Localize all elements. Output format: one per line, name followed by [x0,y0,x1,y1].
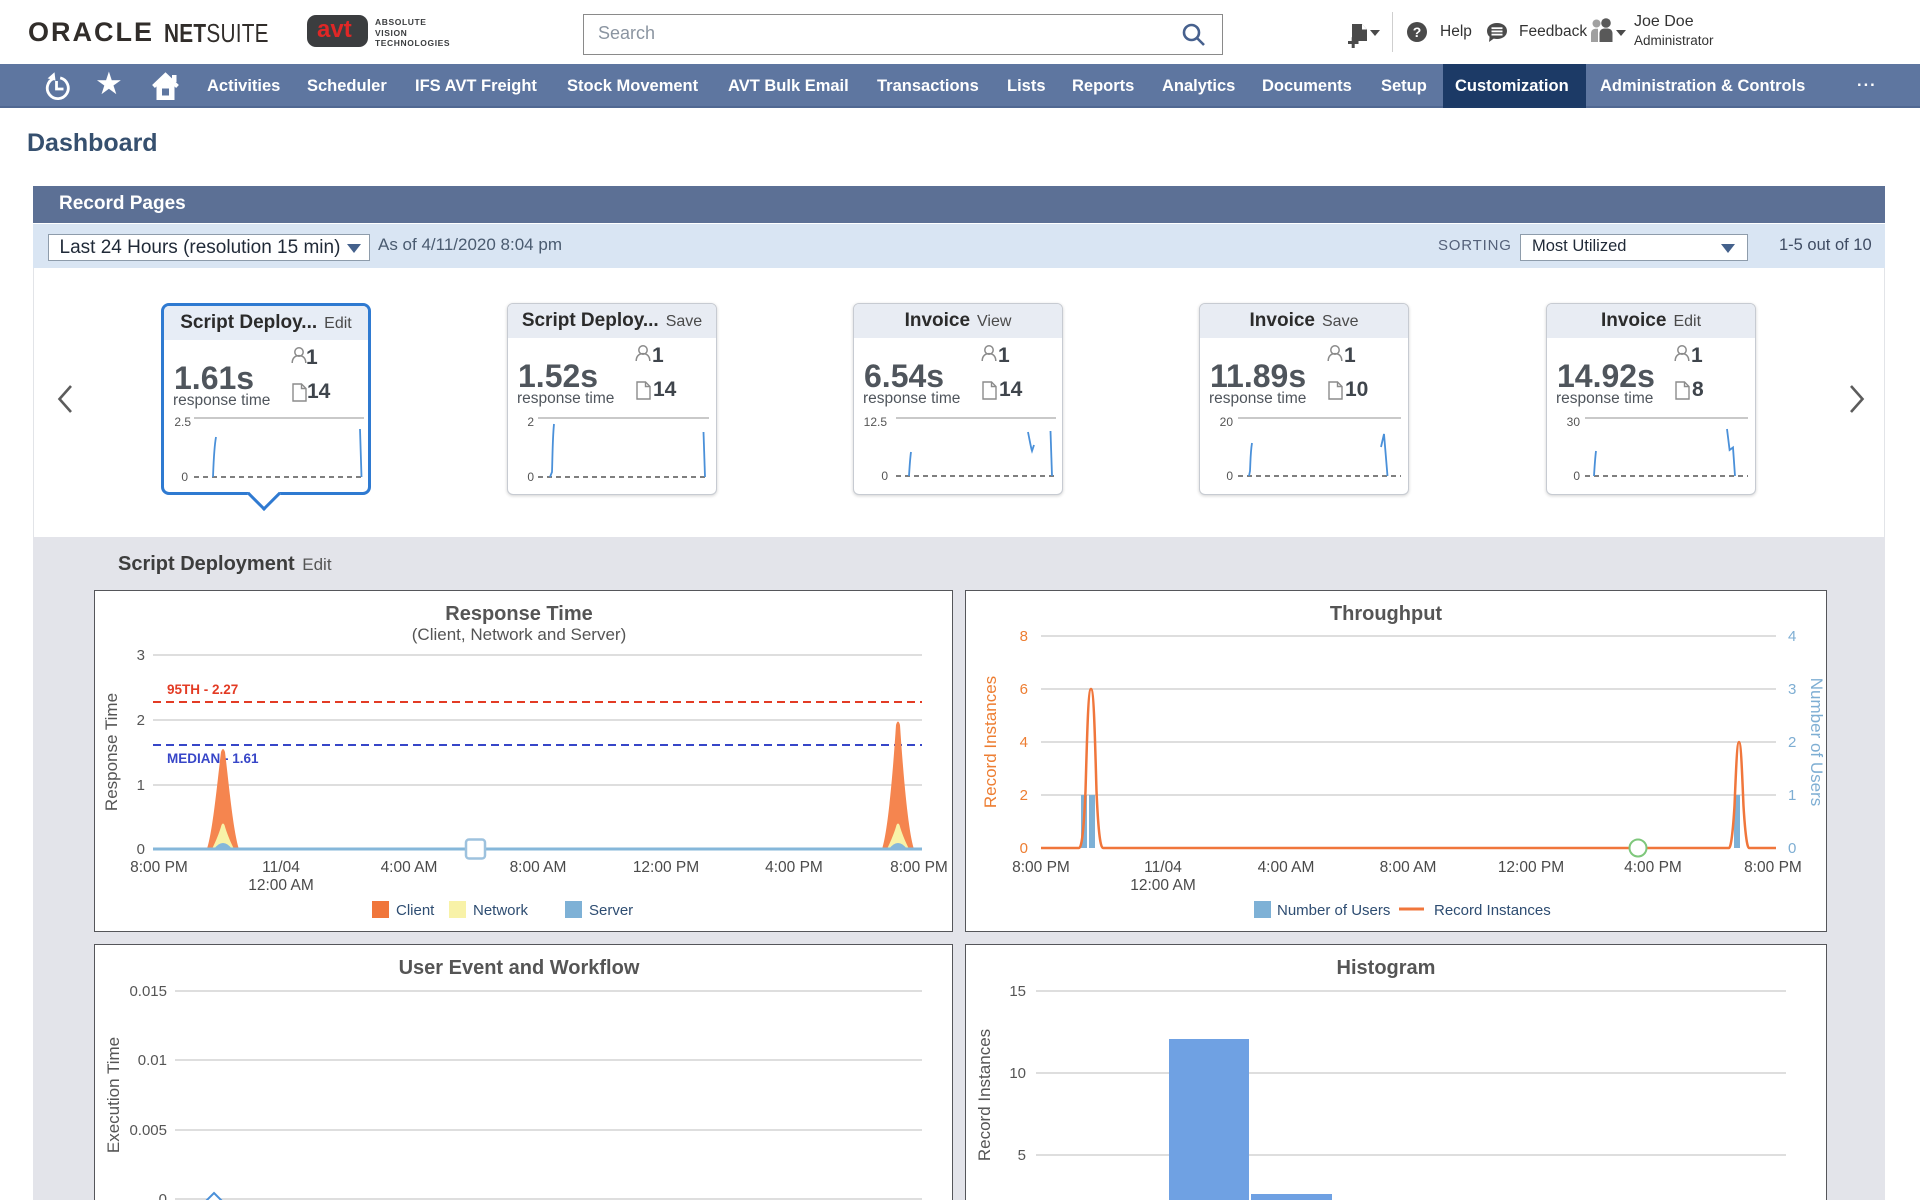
svg-text:Record Instances: Record Instances [981,676,1000,808]
svg-text:Response Time: Response Time [445,603,592,625]
svg-text:12:00 PM: 12:00 PM [1498,859,1564,876]
svg-text:2: 2 [527,415,534,429]
svg-text:0: 0 [1788,840,1796,857]
svg-text:8:00 PM: 8:00 PM [890,859,948,876]
svg-text:2: 2 [1788,734,1796,751]
svg-text:2: 2 [1020,787,1028,804]
svg-text:8: 8 [1020,628,1028,645]
svg-text:10: 10 [1009,1065,1026,1082]
svg-text:30: 30 [1567,415,1581,429]
svg-text:3: 3 [1788,681,1796,698]
svg-text:8:00 PM: 8:00 PM [1744,859,1802,876]
svg-text:12.5: 12.5 [864,415,888,429]
svg-text:12:00 AM: 12:00 AM [248,877,314,894]
svg-text:12:00 PM: 12:00 PM [633,859,699,876]
svg-text:8:00 AM: 8:00 AM [1380,859,1437,876]
svg-text:8:00 AM: 8:00 AM [510,859,567,876]
svg-text:User Event and Workflow: User Event and Workflow [399,957,640,979]
svg-text:0: 0 [137,841,145,858]
svg-text:11/04: 11/04 [262,859,300,876]
svg-text:Throughput: Throughput [1330,603,1443,625]
svg-text:95TH - 2.27: 95TH - 2.27 [167,682,238,697]
svg-text:1: 1 [137,777,145,794]
svg-text:(Client, Network and Server): (Client, Network and Server) [412,625,626,644]
svg-text:4:00 AM: 4:00 AM [1258,859,1315,876]
svg-text:12:00 AM: 12:00 AM [1130,877,1196,894]
svg-text:4:00 PM: 4:00 PM [1624,859,1682,876]
svg-text:Record Instances: Record Instances [975,1029,994,1161]
svg-text:6: 6 [1020,681,1028,698]
svg-text:8:00 PM: 8:00 PM [130,859,188,876]
svg-text:0: 0 [159,1191,167,1200]
svg-text:1: 1 [1788,787,1796,804]
svg-text:0: 0 [527,470,534,484]
svg-text:0.015: 0.015 [129,983,167,1000]
svg-text:4:00 PM: 4:00 PM [765,859,823,876]
svg-text:0: 0 [1020,840,1028,857]
svg-text:8:00 PM: 8:00 PM [1012,859,1070,876]
svg-text:11/04: 11/04 [1144,859,1182,876]
svg-text:0.01: 0.01 [138,1052,167,1069]
svg-text:MEDIAN - 1.61: MEDIAN - 1.61 [167,751,259,766]
svg-text:Client: Client [396,902,435,919]
svg-text:20: 20 [1220,415,1234,429]
svg-text:Number of Users: Number of Users [1277,902,1390,919]
svg-text:Record Instances: Record Instances [1434,902,1551,919]
svg-text:Server: Server [589,902,633,919]
svg-text:3: 3 [137,647,145,664]
svg-text:Execution Time: Execution Time [104,1037,123,1153]
svg-text:15: 15 [1009,983,1026,1000]
svg-text:4: 4 [1020,734,1028,751]
svg-text:0: 0 [1226,469,1233,483]
svg-text:0.005: 0.005 [129,1122,167,1139]
svg-text:2.5: 2.5 [174,415,191,429]
svg-text:Histogram: Histogram [1337,957,1436,979]
svg-text:2: 2 [137,712,145,729]
svg-text:0: 0 [181,470,188,484]
svg-text:4:00 AM: 4:00 AM [381,859,438,876]
svg-text:Number of Users: Number of Users [1807,678,1826,806]
svg-text:Network: Network [473,902,529,919]
svg-text:0: 0 [881,469,888,483]
svg-text:4: 4 [1788,628,1796,645]
svg-text:5: 5 [1018,1147,1026,1164]
svg-text:0: 0 [1573,469,1580,483]
svg-text:Response Time: Response Time [102,693,121,811]
